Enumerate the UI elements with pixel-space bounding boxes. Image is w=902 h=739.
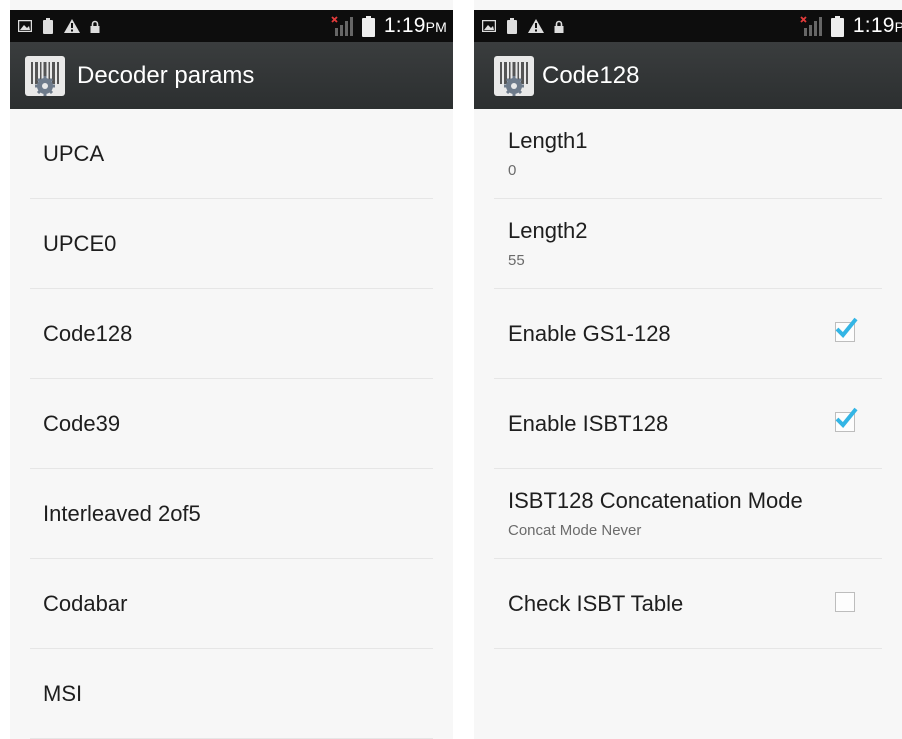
pref-enable-isbt128[interactable]: Enable ISBT128	[494, 379, 882, 469]
system-icons: 1:19PM	[331, 10, 447, 42]
pref-check-isbt-table[interactable]: Check ISBT Table	[494, 559, 882, 649]
pref-title: Length1	[508, 128, 588, 153]
list-item-label: Interleaved 2of5	[43, 501, 201, 526]
checkmark-icon	[835, 407, 858, 428]
code128-settings-list: Length1 0 Length2 55 Enable GS1-128 Enab…	[474, 109, 902, 649]
check-isbt-table-checkbox[interactable]	[835, 592, 855, 612]
list-item-code39[interactable]: Code39	[30, 379, 433, 469]
list-item-msi[interactable]: MSI	[30, 649, 433, 739]
barcode-settings-app-icon[interactable]	[25, 56, 65, 96]
list-item-upce0[interactable]: UPCE0	[30, 199, 433, 289]
action-bar: Code128	[474, 42, 902, 109]
status-bar: 1:19PM	[10, 10, 453, 42]
pref-summary: 55	[508, 252, 525, 269]
list-item-codabar[interactable]: Codabar	[30, 559, 433, 649]
pref-length2[interactable]: Length2 55	[494, 199, 882, 289]
list-item-label: UPCA	[43, 141, 105, 166]
pref-summary: Concat Mode Never	[508, 522, 642, 539]
pref-title: ISBT128 Concatenation Mode	[508, 488, 803, 513]
pref-length1[interactable]: Length1 0	[494, 109, 882, 199]
system-icons: 1:19PM	[800, 10, 902, 42]
decoder-list: UPCA UPCE0 Code128 Code39 Interleaved 2o…	[10, 109, 453, 739]
no-sim-signal-icon	[331, 16, 353, 36]
action-bar-title: Decoder params	[77, 62, 255, 89]
list-item-label: UPCE0	[43, 231, 117, 256]
list-item-code128[interactable]: Code128	[30, 289, 433, 379]
left-screen: 1:19PM Decoder params UPCA UPCE0 Code128…	[10, 0, 453, 739]
battery-saver-icon	[507, 18, 517, 34]
pref-isbt128-concat-mode[interactable]: ISBT128 Concatenation Mode Concat Mode N…	[494, 469, 882, 559]
list-item-label: Code39	[43, 411, 121, 436]
pref-title: Enable GS1-128	[508, 321, 671, 346]
barcode-settings-app-icon[interactable]	[494, 56, 534, 96]
battery-icon	[361, 15, 375, 37]
warning-icon	[64, 19, 80, 33]
list-item-interleaved-2of5[interactable]: Interleaved 2of5	[30, 469, 433, 559]
list-item-label: MSI	[43, 681, 83, 706]
enable-gs1-128-checkbox[interactable]	[835, 317, 858, 342]
right-screen: 1:19PM Code128 Length1 0 Length2 55 Enab…	[474, 0, 902, 739]
action-bar-title: Code128	[542, 62, 640, 89]
list-item-label: Codabar	[43, 591, 128, 616]
screenshot-icon	[18, 20, 32, 32]
warning-icon	[528, 19, 544, 33]
pref-title: Length2	[508, 218, 588, 243]
checkmark-icon	[835, 317, 858, 338]
battery-saver-icon	[43, 18, 53, 34]
lock-icon	[554, 20, 564, 33]
notification-icons	[482, 10, 564, 42]
no-sim-signal-icon	[800, 16, 822, 36]
pref-title: Check ISBT Table	[508, 591, 684, 616]
battery-icon	[830, 15, 844, 37]
status-bar: 1:19PM	[474, 10, 902, 42]
lock-icon	[90, 20, 100, 33]
screenshot-icon	[482, 20, 496, 32]
list-item-label: Code128	[43, 321, 133, 346]
pref-summary: 0	[508, 162, 517, 179]
list-item-upca[interactable]: UPCA	[30, 109, 433, 199]
pref-title: Enable ISBT128	[508, 411, 669, 436]
enable-isbt128-checkbox[interactable]	[835, 407, 858, 432]
pref-enable-gs1-128[interactable]: Enable GS1-128	[494, 289, 882, 379]
action-bar: Decoder params	[10, 42, 453, 109]
clock: 1:19PM	[383, 14, 447, 37]
clock: 1:19PM	[852, 14, 902, 37]
notification-icons	[18, 10, 100, 42]
